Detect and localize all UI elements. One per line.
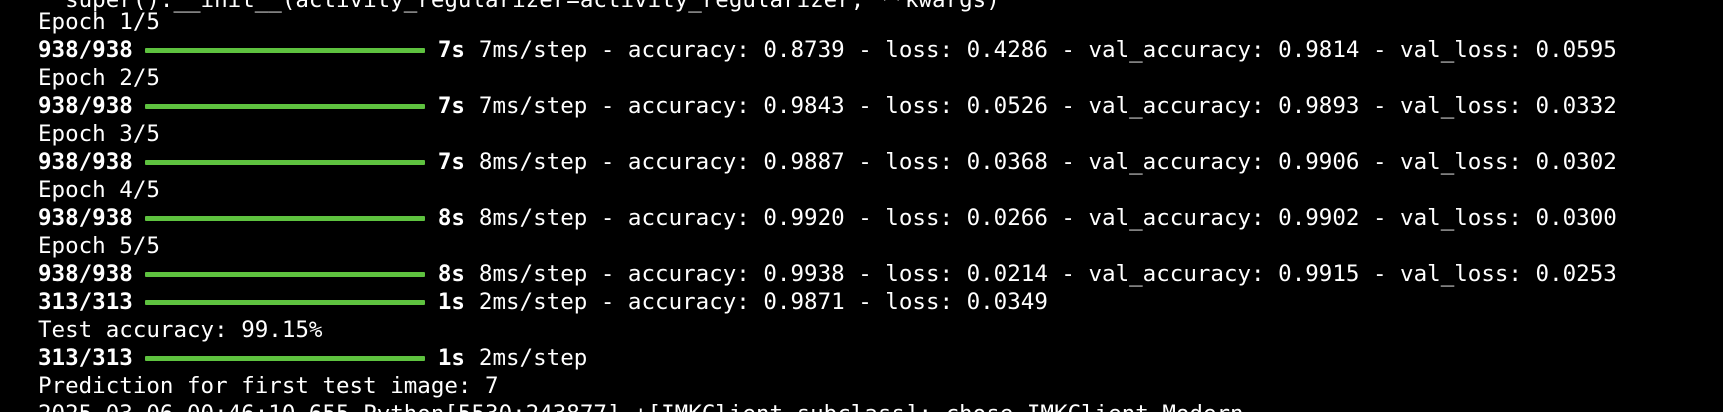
progress-bar	[144, 159, 425, 165]
step-count: 938/938	[38, 37, 133, 63]
metrics-text: 8ms/step - accuracy: 0.9920 - loss: 0.02…	[478, 205, 1617, 231]
test-accuracy-line: Test accuracy: 99.15%	[38, 316, 322, 344]
prediction-text: Prediction for first test image: 7	[38, 373, 499, 399]
metrics-text: 7ms/step - accuracy: 0.8739 - loss: 0.42…	[478, 37, 1617, 63]
progress-line: 938/938 7s 7ms/step - accuracy: 0.8739 -…	[38, 36, 1617, 64]
terminal-line-partial-top: super().__init__(activity_regularizer=ac…	[38, 0, 1000, 14]
progress-line: 938/938 8s 8ms/step - accuracy: 0.9920 -…	[38, 204, 1617, 232]
epoch-label: Epoch 4/5	[38, 177, 160, 203]
progress-bar	[144, 355, 425, 361]
progress-bar	[144, 47, 425, 53]
epoch-label: Epoch 3/5	[38, 121, 160, 147]
metrics-text: 7ms/step - accuracy: 0.9843 - loss: 0.05…	[478, 93, 1617, 119]
test-accuracy-text: Test accuracy: 99.15%	[38, 317, 323, 343]
metrics-text: 8ms/step - accuracy: 0.9938 - loss: 0.02…	[478, 261, 1617, 287]
elapsed-time: 7s	[437, 93, 465, 119]
prediction-line: Prediction for first test image: 7	[38, 372, 499, 400]
epoch-header: Epoch 4/5	[38, 176, 160, 204]
warning-text: super().__init__(activity_regularizer=ac…	[38, 0, 1000, 13]
elapsed-time: 1s	[437, 289, 465, 315]
metrics-text: 2ms/step - accuracy: 0.9871 - loss: 0.03…	[478, 289, 1048, 315]
step-count: 313/313	[38, 345, 133, 371]
step-count: 313/313	[38, 289, 133, 315]
metrics-text: 2ms/step	[478, 345, 588, 371]
epoch-label: Epoch 1/5	[38, 9, 160, 35]
evaluate-progress-line: 313/313 1s 2ms/step - accuracy: 0.9871 -…	[38, 288, 1048, 316]
progress-line: 938/938 7s 8ms/step - accuracy: 0.9887 -…	[38, 148, 1617, 176]
elapsed-time: 1s	[437, 345, 465, 371]
terminal-window[interactable]: super().__init__(activity_regularizer=ac…	[0, 0, 1723, 412]
epoch-header: Epoch 1/5	[38, 8, 160, 36]
predict-progress-line: 313/313 1s 2ms/step	[38, 344, 587, 372]
epoch-header: Epoch 2/5	[38, 64, 160, 92]
elapsed-time: 7s	[437, 37, 465, 63]
progress-bar	[144, 271, 425, 277]
epoch-header: Epoch 5/5	[38, 232, 160, 260]
epoch-header: Epoch 3/5	[38, 120, 160, 148]
progress-line: 938/938 7s 7ms/step - accuracy: 0.9843 -…	[38, 92, 1617, 120]
elapsed-time: 8s	[437, 205, 465, 231]
terminal-line-partial-bottom: 2025-03-06 00:46:10.655 Python[5530:2438…	[38, 400, 1244, 412]
progress-line: 938/938 8s 8ms/step - accuracy: 0.9938 -…	[38, 260, 1617, 288]
progress-bar	[144, 299, 425, 305]
progress-bar	[144, 215, 425, 221]
step-count: 938/938	[38, 93, 133, 119]
epoch-label: Epoch 2/5	[38, 65, 160, 91]
step-count: 938/938	[38, 205, 133, 231]
epoch-label: Epoch 5/5	[38, 233, 160, 259]
progress-bar	[144, 103, 425, 109]
elapsed-time: 7s	[437, 149, 465, 175]
step-count: 938/938	[38, 149, 133, 175]
log-text: 2025-03-06 00:46:10.655 Python[5530:2438…	[38, 400, 1244, 412]
metrics-text: 8ms/step - accuracy: 0.9887 - loss: 0.03…	[478, 149, 1617, 175]
step-count: 938/938	[38, 261, 133, 287]
elapsed-time: 8s	[437, 261, 465, 287]
